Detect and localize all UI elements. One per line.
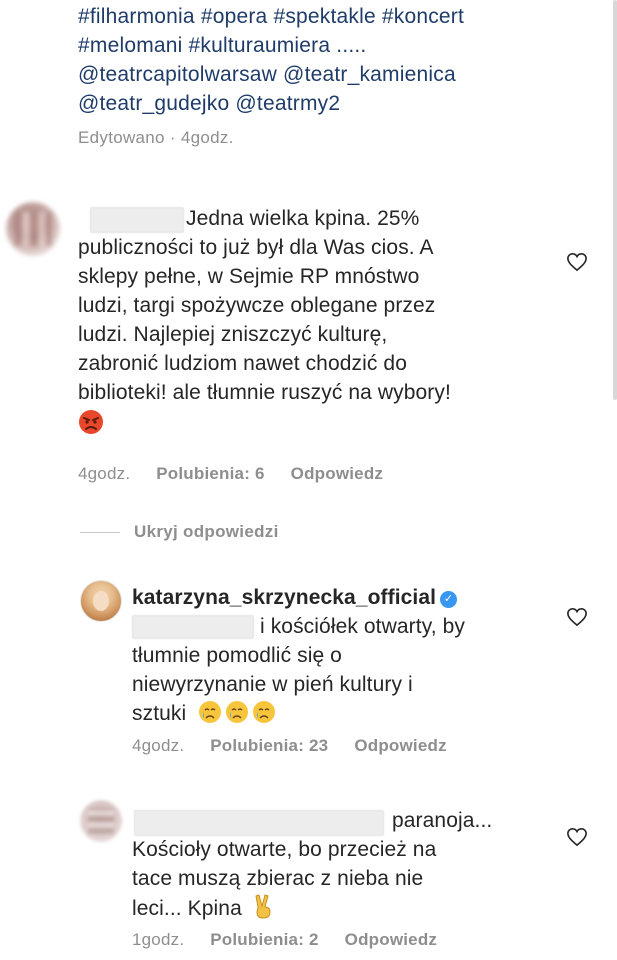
- comment-time: 4godz.: [132, 736, 185, 755]
- username-link[interactable]: katarzyna_skrzynecka_official: [132, 586, 436, 609]
- reply-button[interactable]: Odpowiedz: [291, 464, 383, 484]
- like-heart-icon[interactable]: [566, 252, 588, 272]
- comment-line: ludzi, targi spożywcze oblegane przez: [78, 294, 436, 317]
- scrollbar[interactable]: [613, 0, 617, 400]
- reply-line: leci... Kpina: [132, 897, 242, 920]
- reply-line: sztuki: [132, 702, 187, 725]
- reply-line: Kościoły otwarte, bo przecież na: [132, 838, 437, 861]
- hashtag-line[interactable]: #filharmonia #opera #spektakle #koncert: [78, 2, 588, 31]
- reply-meta: 1godz. Polubienia: 2 Odpowiedz: [132, 930, 437, 950]
- crying-face-icon: [192, 701, 276, 725]
- angry-face-icon: [78, 409, 588, 439]
- hide-replies-toggle[interactable]: Ukryj odpowiedzi: [80, 522, 279, 542]
- reply-meta: 4godz. Polubienia: 23 Odpowiedz: [132, 736, 447, 756]
- like-heart-icon[interactable]: [566, 827, 588, 847]
- avatar[interactable]: [6, 202, 60, 256]
- reply-button[interactable]: Odpowiedz: [345, 930, 437, 950]
- reply-text: katarzyna_skrzynecka_official ✓ i kościół…: [132, 583, 572, 728]
- redacted-mention: [132, 615, 254, 639]
- reply-line: tace muszą zbierac z nieba nie: [132, 867, 424, 890]
- comment-line: zabronić ludziom nawet chodzić do: [78, 352, 407, 375]
- hide-replies-label[interactable]: Ukryj odpowiedzi: [134, 522, 279, 542]
- divider: [80, 531, 120, 533]
- like-heart-icon[interactable]: [566, 607, 588, 627]
- likes-count-button[interactable]: Polubienia: 6: [156, 464, 264, 484]
- comment-text: Jedna wielka kpina. 25% publiczności to …: [78, 204, 588, 439]
- comment-line: biblioteki! ale tłumnie ruszyć na wybory…: [78, 381, 451, 404]
- post-caption: #filharmonia #opera #spektakle #koncert …: [78, 2, 588, 118]
- comment-line: sklepy pełne, w Sejmie RP mnóstwo: [78, 265, 420, 288]
- mention-line[interactable]: @teatr_gudejko @teatrmy2: [78, 89, 588, 118]
- reply-text: paranoja... Kościoły otwarte, bo przecie…: [132, 806, 572, 923]
- avatar[interactable]: [80, 580, 122, 622]
- likes-count-button[interactable]: Polubienia: 23: [210, 736, 328, 756]
- comment-time: 4godz.: [78, 464, 131, 483]
- comment-line: Jedna wielka kpina. 25%: [186, 207, 420, 230]
- likes-count-button[interactable]: Polubienia: 2: [210, 930, 318, 950]
- victory-hand-icon: [248, 894, 276, 920]
- reply-button[interactable]: Odpowiedz: [354, 736, 446, 756]
- comment-time: 1godz.: [132, 930, 185, 949]
- avatar[interactable]: [80, 800, 122, 842]
- comment-line: ludzi. Najlepiej zniszczyć kulturę,: [78, 323, 388, 346]
- hashtag-line[interactable]: #melomani #kulturaumiera .....: [78, 31, 588, 60]
- edited-timestamp: Edytowano · 4godz.: [78, 128, 234, 147]
- comment-line: publiczności to już był dla Was cios. A: [78, 236, 434, 259]
- reply-line: tłumnie pomodlić się o: [132, 644, 342, 667]
- comment-meta: 4godz. Polubienia: 6 Odpowiedz: [78, 464, 383, 484]
- verified-badge-icon: ✓: [440, 591, 458, 608]
- reply-line: paranoja...: [392, 809, 493, 832]
- reply-line: niewyrzynanie w pień kultury i: [132, 673, 413, 696]
- mention-line[interactable]: @teatrcapitolwarsaw @teatr_kamienica: [78, 60, 588, 89]
